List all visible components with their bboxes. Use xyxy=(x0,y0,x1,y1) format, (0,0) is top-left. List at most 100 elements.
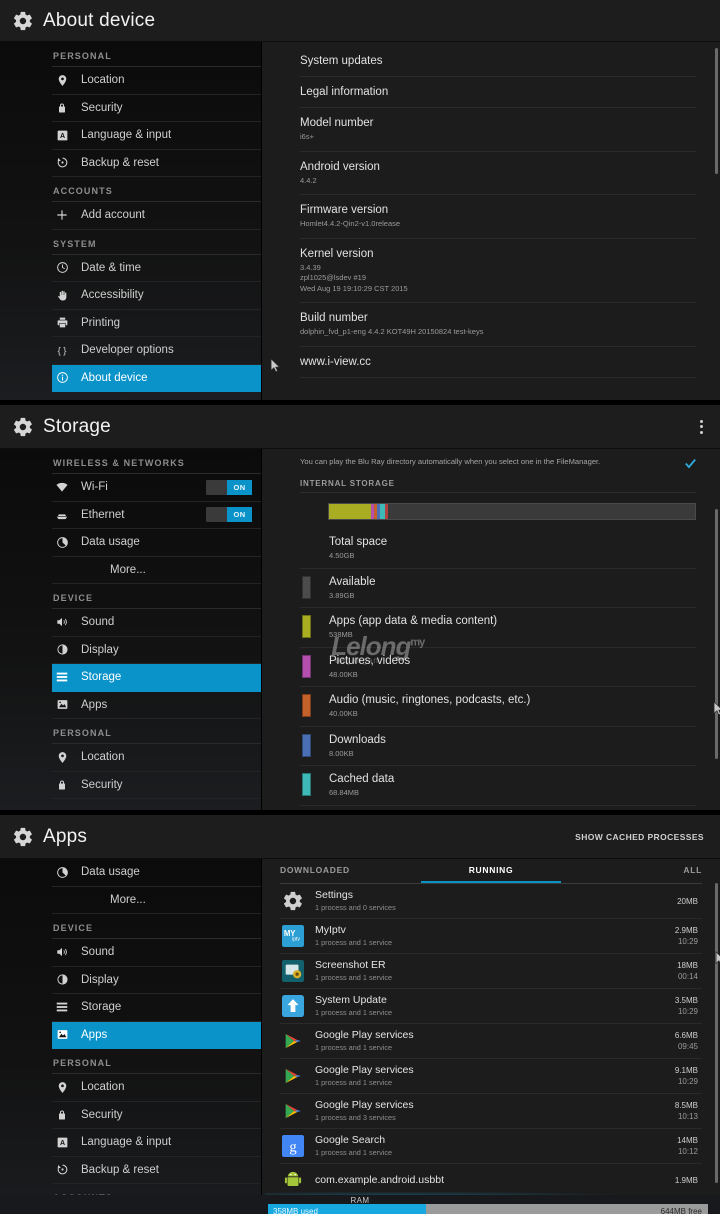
about-row-kernel-version[interactable]: Kernel version 3.4.39 zpl1025@lsdev #19 Wed… xyxy=(300,239,696,303)
sidebar-item-language-input[interactable]: A Language & input xyxy=(52,1129,262,1157)
process-row-myiptv[interactable]: MY iptv MyIptv 1 process and 1 service 2.9MB… xyxy=(280,919,702,954)
data-usage-icon xyxy=(52,536,72,549)
sidebar-item-apps[interactable]: Apps xyxy=(52,1021,262,1049)
storage-icon xyxy=(52,670,72,684)
sidebar-item-date-time[interactable]: Date & time xyxy=(52,255,262,282)
sidebar-item-wi-fi[interactable]: Wi-Fi ON xyxy=(52,474,262,502)
storage-item-available[interactable]: Available 3.89GB xyxy=(300,569,696,608)
sidebar-item-more[interactable]: More... xyxy=(52,557,262,584)
location-pin-icon xyxy=(52,74,72,87)
sidebar-item-security[interactable]: Security xyxy=(52,772,262,799)
process-row-com-example-android-usbbt[interactable]: com.example.android.usbbt 1.9MB xyxy=(280,1164,702,1197)
process-size: 2.9MB xyxy=(674,926,698,935)
about-row-legal-information[interactable]: Legal information xyxy=(300,77,696,108)
sidebar-item-more[interactable]: More... xyxy=(52,887,262,914)
sidebar-item-storage[interactable]: Storage xyxy=(52,994,262,1022)
sidebar-item-label: Sound xyxy=(81,946,115,959)
about-row-system-updates[interactable]: System updates xyxy=(300,46,696,77)
process-name: Screenshot ER xyxy=(315,959,386,971)
sidebar-item-data-usage[interactable]: Data usage xyxy=(52,529,262,557)
storage-item-pictures-videos[interactable]: Pictures, videos 48.00KB xyxy=(300,648,696,687)
blu-ray-option-row[interactable]: You can play the Blu Ray directory autom… xyxy=(300,452,696,473)
about-row-build-number[interactable]: Build number dolphin_fvd_p1-eng 4.4.2 KOT… xyxy=(300,303,696,347)
show-cached-processes-button[interactable]: SHOW CACHED PROCESSES xyxy=(575,832,710,842)
process-row-settings[interactable]: Settings 1 process and 0 services 20MB xyxy=(280,884,702,919)
sidebar-item-security[interactable]: Security xyxy=(52,95,262,122)
sidebar-item-ethernet[interactable]: Ethernet ON xyxy=(52,502,262,529)
row-title: Model number xyxy=(300,117,374,129)
sidebar-item-apps[interactable]: Apps xyxy=(52,692,262,719)
storage-item-cached-data[interactable]: Cached data 68.84MB xyxy=(300,766,696,806)
sidebar-item-about-device[interactable]: About device xyxy=(52,364,262,392)
sidebar-group-personal: PERSONAL xyxy=(52,42,262,67)
sidebar-item-location[interactable]: Location xyxy=(52,1074,262,1102)
gear-icon xyxy=(12,826,34,848)
about-row-model-number[interactable]: Model number i6s+ xyxy=(300,108,696,152)
storage-item-audio-music-ringtones-podcasts-etc[interactable]: Audio (music, ringtones, podcasts, etc.)… xyxy=(300,687,696,727)
svg-text:A: A xyxy=(59,1140,64,1147)
storage-item-total-space[interactable]: Total space 4.50GB xyxy=(300,529,696,569)
sidebar-item-developer-options[interactable]: { } Developer options xyxy=(52,337,262,365)
wi-fi-toggle[interactable]: ON xyxy=(206,479,252,495)
content-scrollbar[interactable] xyxy=(715,48,718,174)
storage-item-apps-app-data-media-content[interactable]: Apps (app data & media content) 538MB xyxy=(300,608,696,648)
tab-all[interactable]: ALL xyxy=(561,859,702,883)
process-time: 09:45 xyxy=(677,1042,698,1051)
data-usage-icon xyxy=(52,866,72,879)
sidebar-item-sound[interactable]: Sound xyxy=(52,609,262,637)
about-row-firmware-version[interactable]: Firmware version Homlet4.4.2-Qin2-v1.0rel… xyxy=(300,195,696,239)
apps-content: DOWNLOADED RUNNING ALL Settings 1 process a… xyxy=(262,859,720,1214)
ethernet-toggle[interactable]: ON xyxy=(206,507,252,523)
overflow-menu-icon[interactable] xyxy=(692,414,710,440)
sidebar-item-storage[interactable]: Storage xyxy=(52,664,262,692)
sidebar-item-backup-reset[interactable]: Backup & reset xyxy=(52,150,262,177)
content-scrollbar[interactable] xyxy=(715,509,718,759)
sidebar-item-printing[interactable]: Printing xyxy=(52,310,262,337)
sidebar-item-security[interactable]: Security xyxy=(52,1102,262,1129)
google-play-services-icon xyxy=(282,1100,304,1122)
color-swatch xyxy=(302,694,311,717)
running-processes-list: Settings 1 process and 0 services 20MB MY ip… xyxy=(280,884,702,1197)
row-subtitle: dolphin_fvd_p1-eng 4.4.2 KOT49H 20150824… xyxy=(300,327,484,336)
process-name: Settings xyxy=(315,889,353,901)
info-circle-icon xyxy=(52,371,72,384)
about-row-www-i-view-cc[interactable]: www.i-view.cc xyxy=(300,347,696,378)
process-time: 10:29 xyxy=(677,937,698,946)
sidebar-item-label: Display xyxy=(81,643,119,656)
storage-item-misc[interactable]: Misc. xyxy=(300,806,696,811)
storage-item-label: Pictures, videos xyxy=(329,654,411,667)
sidebar-item-sound[interactable]: Sound xyxy=(52,939,262,967)
svg-text:A: A xyxy=(59,133,64,140)
svg-text:g: g xyxy=(289,1140,297,1156)
process-row-google-play-services[interactable]: Google Play services 1 process and 1 serv… xyxy=(280,1059,702,1094)
storage-item-value: 48.00KB xyxy=(329,669,358,679)
storage-item-downloads[interactable]: Downloads 8.00KB xyxy=(300,727,696,766)
sidebar-item-language-input[interactable]: A Language & input xyxy=(52,122,262,150)
content-scrollbar[interactable] xyxy=(715,883,718,1183)
tab-downloaded[interactable]: DOWNLOADED xyxy=(280,859,421,883)
sidebar-item-display[interactable]: Display xyxy=(52,637,262,664)
sidebar-item-add-account[interactable]: Add account xyxy=(52,202,262,230)
sidebar-item-display[interactable]: Display xyxy=(52,967,262,994)
process-detail: 1 process and 1 service xyxy=(315,1008,393,1017)
tab-running[interactable]: RUNNING xyxy=(420,859,562,883)
sidebar-item-location[interactable]: Location xyxy=(52,67,262,95)
blu-ray-checkbox[interactable] xyxy=(685,458,696,469)
about-row-android-version[interactable]: Android version 4.4.2 xyxy=(300,152,696,195)
sidebar-item-label: Apps xyxy=(81,1028,108,1041)
storage-icon xyxy=(52,1000,72,1014)
process-detail: 1 process and 1 service xyxy=(315,973,393,982)
sidebar-item-backup-reset[interactable]: Backup & reset xyxy=(52,1157,262,1184)
sidebar-item-accessibility[interactable]: Accessibility xyxy=(52,282,262,310)
process-row-screenshot-er[interactable]: Screenshot ER 1 process and 1 service 18MB… xyxy=(280,954,702,989)
process-row-google-search[interactable]: g Google Search 1 process and 1 service 14M… xyxy=(280,1129,702,1164)
sidebar-item-location[interactable]: Location xyxy=(52,744,262,772)
gear-icon xyxy=(12,10,34,32)
process-row-google-play-services[interactable]: Google Play services 1 process and 1 serv… xyxy=(280,1024,702,1059)
lock-icon xyxy=(52,102,72,114)
process-size: 1.9MB xyxy=(674,1175,698,1185)
sidebar-item-data-usage[interactable]: Data usage xyxy=(52,859,262,887)
storage-item-value: 4.50GB xyxy=(329,551,355,560)
process-row-google-play-services[interactable]: Google Play services 1 process and 3 serv… xyxy=(280,1094,702,1129)
process-row-system-update[interactable]: System Update 1 process and 1 service 3.5M… xyxy=(280,989,702,1024)
